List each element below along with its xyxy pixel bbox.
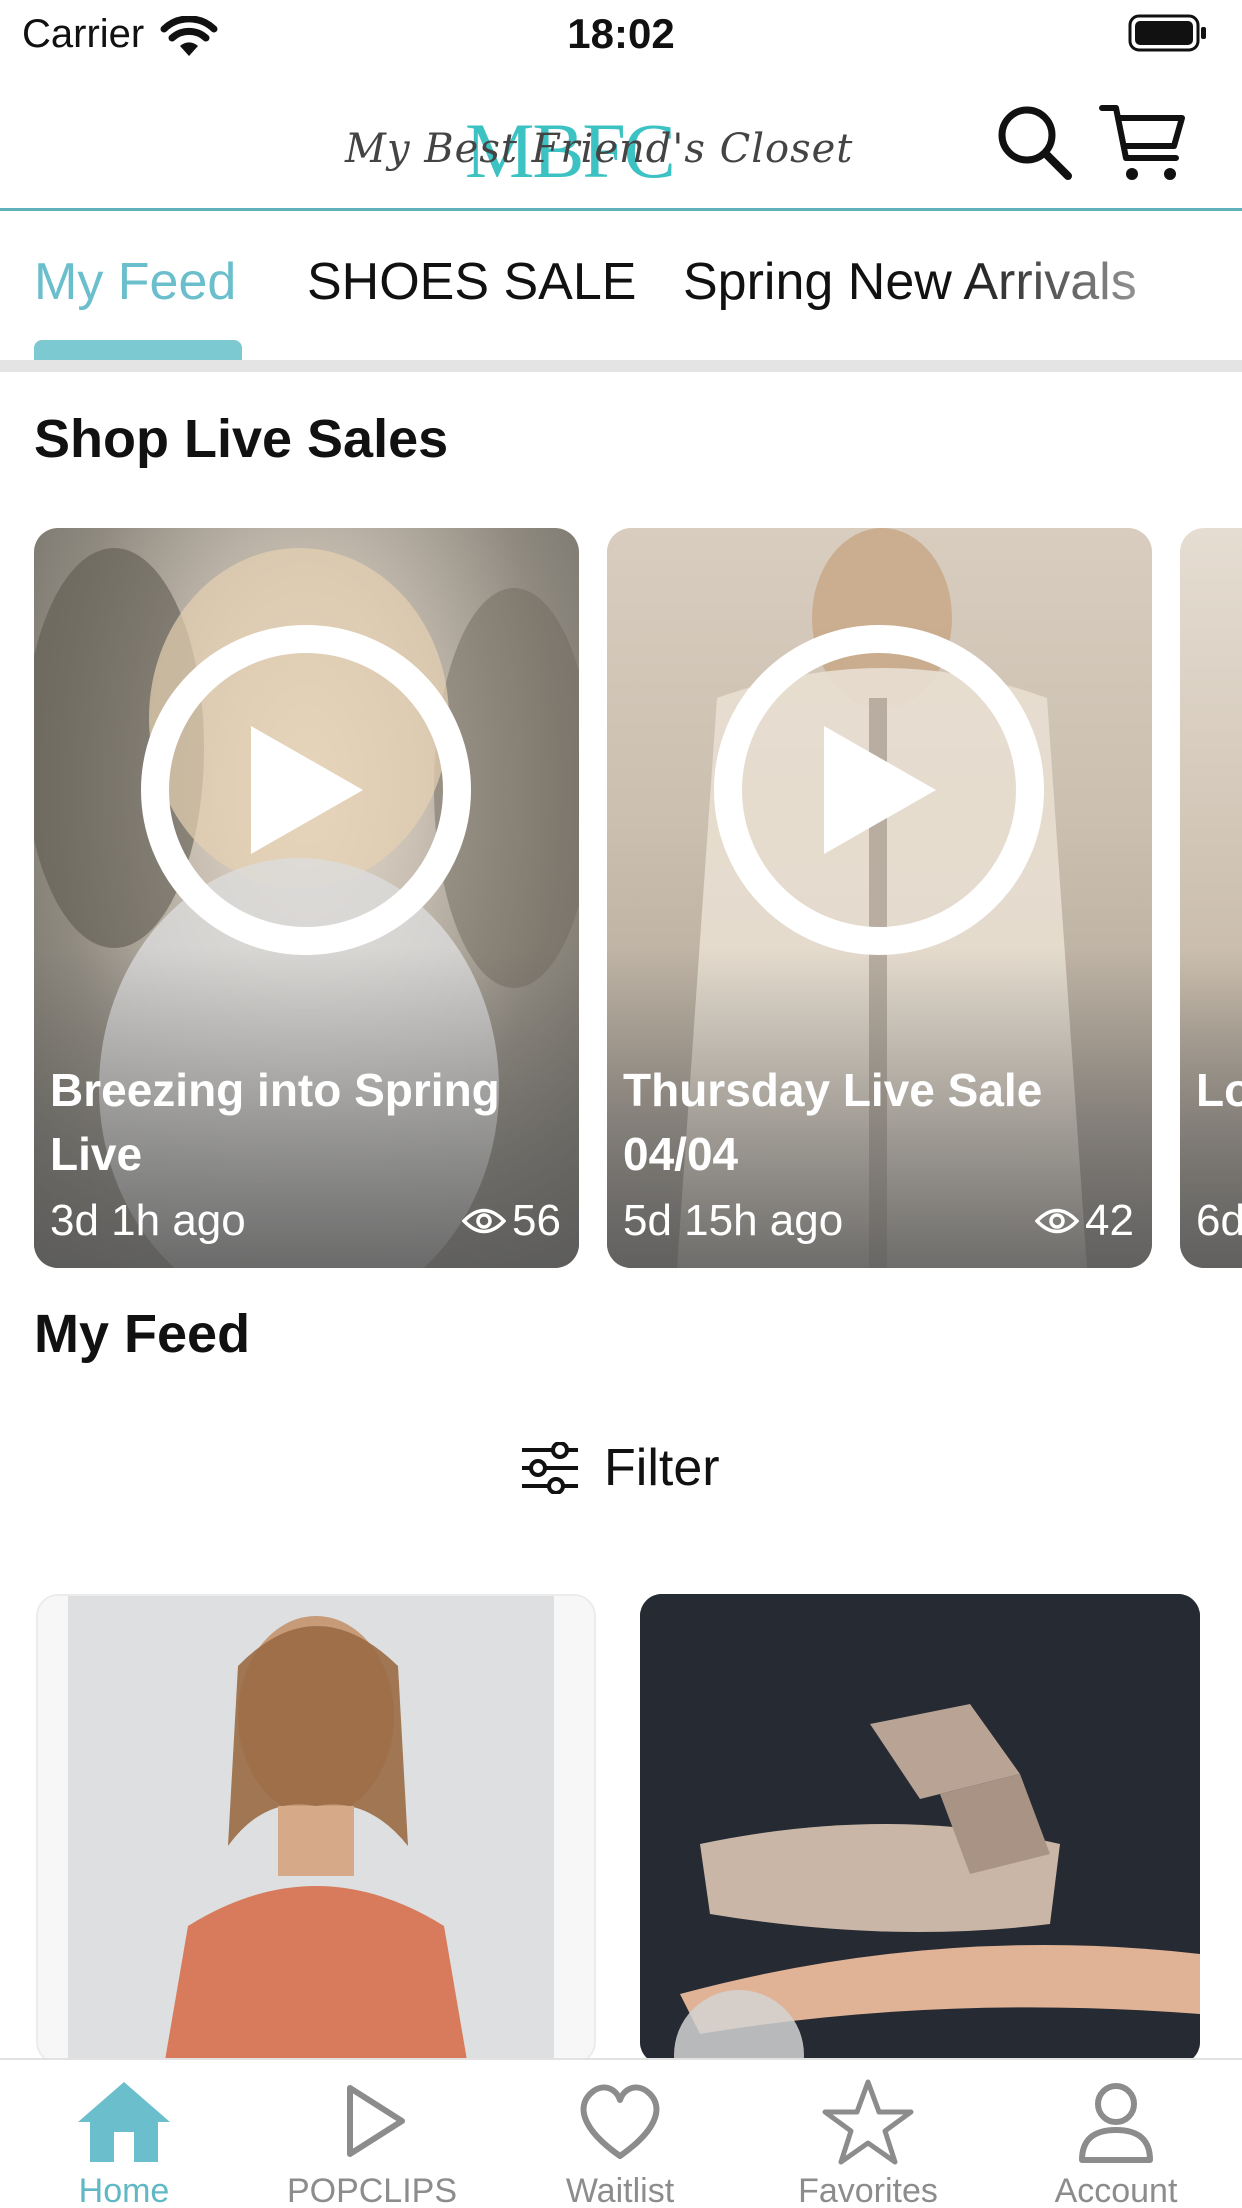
my-feed-title: My Feed	[34, 1304, 251, 1364]
live-sale-title: Lo Liv	[1196, 1064, 1242, 1116]
play-icon[interactable]	[141, 625, 471, 955]
nav-popclips[interactable]: POPCLIPS	[248, 2060, 496, 2208]
live-sale-age: 3d 1h ago	[50, 1196, 246, 1245]
live-sale-age: 5d 15h ago	[623, 1196, 844, 1245]
live-sale-card[interactable]: Breezing into Spring Live 3d 1h ago 56	[34, 528, 579, 1268]
category-tabs: My Feed SHOES SALE Spring New Arrivals	[0, 212, 1242, 362]
app-header: MBFC My Best Friend's Closet	[0, 66, 1242, 211]
active-tab-indicator	[34, 340, 242, 362]
clock: 18:02	[567, 10, 675, 57]
nav-waitlist[interactable]: Waitlist	[496, 2060, 744, 2208]
nav-label: POPCLIPS	[286, 2172, 458, 2208]
live-sale-views: 42	[1035, 1196, 1134, 1246]
view-count: 42	[1085, 1196, 1134, 1245]
cart-icon[interactable]	[1098, 96, 1188, 186]
eye-icon	[462, 1208, 507, 1234]
live-sale-card-partial[interactable]: Lo Liv 6d	[1180, 528, 1242, 1268]
product-card[interactable]	[640, 1594, 1200, 2064]
play-icon	[347, 2085, 405, 2157]
live-sales-title: Shop Live Sales	[34, 409, 449, 469]
nav-account[interactable]: Account	[992, 2060, 1240, 2208]
live-sale-age: 6d	[1196, 1196, 1242, 1245]
battery-icon	[1128, 14, 1206, 52]
logo-script: My Best Friend's Closet	[345, 126, 854, 172]
tabs-divider	[0, 360, 1242, 372]
tab-spring-new-arrivals[interactable]: Spring New Arrivals	[683, 252, 1137, 312]
live-sale-card[interactable]: Thursday Live Sale 04/04 5d 15h ago 42	[607, 528, 1152, 1268]
filter-button[interactable]: Filter	[520, 1436, 720, 1500]
nav-label: Account	[1054, 2172, 1178, 2208]
product-card[interactable]	[36, 1594, 596, 2064]
status-bar: Carrier 18:02	[0, 0, 1242, 66]
eye-icon	[1035, 1208, 1080, 1234]
home-icon	[78, 2082, 170, 2162]
view-count: 56	[512, 1196, 561, 1245]
nav-label: Favorites	[798, 2172, 938, 2208]
live-sale-title: Breezing into Spring Live	[50, 1064, 500, 1180]
sliders-icon	[522, 1442, 578, 1494]
live-sale-views: 56	[462, 1196, 561, 1246]
filter-label: Filter	[604, 1439, 720, 1497]
brand-logo[interactable]: MBFC My Best Friend's Closet	[345, 106, 852, 194]
live-sale-title: Thursday Live Sale 04/04	[623, 1064, 1043, 1180]
heart-icon	[580, 2084, 660, 2159]
bottom-nav: Home POPCLIPS Waitlist Favorites Account	[0, 2058, 1242, 2208]
nav-label: Waitlist	[565, 2172, 675, 2208]
nav-home[interactable]: Home	[0, 2060, 248, 2208]
search-icon[interactable]	[994, 102, 1074, 182]
play-icon[interactable]	[714, 625, 1044, 955]
tab-shoes-sale[interactable]: SHOES SALE	[307, 252, 636, 312]
nav-label: Home	[78, 2172, 170, 2208]
person-icon	[1079, 2083, 1153, 2163]
product-image	[68, 1596, 554, 2062]
star-icon	[822, 2079, 914, 2165]
nav-favorites[interactable]: Favorites	[744, 2060, 992, 2208]
tab-my-feed[interactable]: My Feed	[34, 252, 236, 312]
